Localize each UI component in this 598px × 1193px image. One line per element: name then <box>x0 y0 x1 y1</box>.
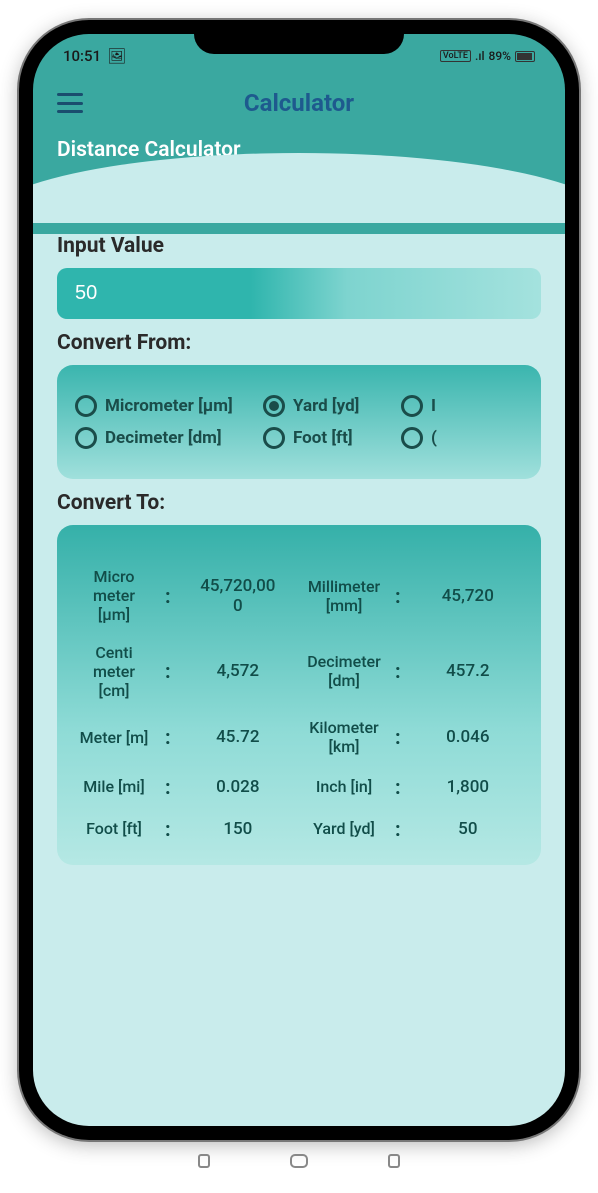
unit-label: Mile [mi] <box>69 777 159 796</box>
colon-icon: : <box>395 817 401 841</box>
home-indicator <box>198 1154 400 1168</box>
colon-icon: : <box>395 659 401 683</box>
unit-label: Micrometer[μm] <box>69 567 159 625</box>
colon-icon: : <box>395 584 401 608</box>
colon-icon: : <box>395 725 401 749</box>
unit-label: Millimeter [mm] <box>299 577 389 615</box>
colon-icon: : <box>165 659 171 683</box>
radio-yard[interactable]: Yard [yd] <box>263 395 393 417</box>
radio-circle-icon <box>401 427 423 449</box>
radio-label: ( <box>431 428 437 448</box>
result-value: 50 <box>407 819 529 839</box>
radio-partial-1[interactable]: I <box>401 395 441 417</box>
input-label: Input Value <box>57 234 541 258</box>
radio-label: I <box>431 396 436 416</box>
unit-label: Centimeter[cm] <box>69 643 159 701</box>
phone-notch <box>194 20 404 54</box>
unit-label: Decimeter [dm] <box>299 652 389 690</box>
radio-label: Foot [ft] <box>293 428 353 448</box>
result-value: 150 <box>177 819 299 839</box>
unit-label: Kilometer [km] <box>299 718 389 756</box>
result-cell: Millimeter [mm] : 45,720 <box>299 567 529 625</box>
result-value: 0.028 <box>177 777 299 797</box>
radio-foot[interactable]: Foot [ft] <box>263 427 393 449</box>
radio-circle-selected-icon <box>263 395 285 417</box>
colon-icon: : <box>165 775 171 799</box>
menu-icon[interactable] <box>57 93 83 113</box>
radio-circle-icon <box>401 395 423 417</box>
radio-partial-2[interactable]: ( <box>401 427 441 449</box>
radio-label: Yard [yd] <box>293 396 359 416</box>
result-row: Micrometer[μm] : 45,720,000 Millimeter [… <box>69 567 529 625</box>
result-row: Mile [mi] : 0.028 Inch [in] : 1,800 <box>69 775 529 799</box>
radio-circle-icon <box>75 395 97 417</box>
signal-icon: .ıl <box>475 49 485 63</box>
result-row: Centimeter[cm] : 4,572 Decimeter [dm] : … <box>69 643 529 701</box>
result-cell: Decimeter [dm] : 457.2 <box>299 643 529 701</box>
unit-label: Foot [ft] <box>69 819 159 838</box>
to-label: Convert To: <box>57 491 541 515</box>
result-value: 45,720,000 <box>177 576 299 616</box>
colon-icon: : <box>395 775 401 799</box>
header-wave: Distance Calculator <box>33 128 565 222</box>
result-cell: Mile [mi] : 0.028 <box>69 775 299 799</box>
colon-icon: : <box>165 817 171 841</box>
radio-label: Micrometer [μm] <box>105 396 233 416</box>
result-value: 1,800 <box>407 777 529 797</box>
result-cell: Foot [ft] : 150 <box>69 817 299 841</box>
radio-decimeter[interactable]: Decimeter [dm] <box>75 427 255 449</box>
status-time: 10:51 <box>63 47 101 65</box>
result-value: 45,720 <box>407 586 529 606</box>
gallery-icon: 🖼 <box>107 47 126 65</box>
result-cell: Micrometer[μm] : 45,720,000 <box>69 567 299 625</box>
result-value: 4,572 <box>177 661 299 681</box>
screen: 10:51 🖼 VoLTE .ıl 89% Calculator Distanc… <box>33 34 565 1126</box>
result-cell: Yard [yd] : 50 <box>299 817 529 841</box>
result-row: Meter [m] : 45.72 Kilometer [km] : 0.046 <box>69 718 529 756</box>
result-value: 0.046 <box>407 727 529 747</box>
convert-to-panel: Micrometer[μm] : 45,720,000 Millimeter [… <box>57 525 541 865</box>
from-label: Convert From: <box>57 331 541 355</box>
battery-pct: 89% <box>489 49 511 63</box>
unit-label: Yard [yd] <box>299 819 389 838</box>
result-value: 45.72 <box>177 727 299 747</box>
unit-label: Inch [in] <box>299 777 389 796</box>
battery-icon <box>515 51 535 62</box>
network-label: VoLTE <box>440 50 471 62</box>
app-bar: Calculator <box>33 78 565 128</box>
value-input[interactable] <box>57 268 541 319</box>
radio-label: Decimeter [dm] <box>105 428 222 448</box>
main-content: Input Value Convert From: Micrometer [μm… <box>33 234 565 1034</box>
colon-icon: : <box>165 584 171 608</box>
convert-from-panel: Micrometer [μm] Yard [yd] I Decimeter [d… <box>57 365 541 479</box>
unit-label: Meter [m] <box>69 728 159 747</box>
phone-frame: 10:51 🖼 VoLTE .ıl 89% Calculator Distanc… <box>19 20 579 1140</box>
result-cell: Inch [in] : 1,800 <box>299 775 529 799</box>
result-cell: Kilometer [km] : 0.046 <box>299 718 529 756</box>
result-cell: Centimeter[cm] : 4,572 <box>69 643 299 701</box>
result-row: Foot [ft] : 150 Yard [yd] : 50 <box>69 817 529 841</box>
radio-circle-icon <box>263 427 285 449</box>
page-title: Calculator <box>244 89 354 117</box>
radio-circle-icon <box>75 427 97 449</box>
radio-micrometer[interactable]: Micrometer [μm] <box>75 395 255 417</box>
result-cell: Meter [m] : 45.72 <box>69 718 299 756</box>
result-value: 457.2 <box>407 661 529 681</box>
section-title: Distance Calculator <box>57 138 541 162</box>
colon-icon: : <box>165 725 171 749</box>
